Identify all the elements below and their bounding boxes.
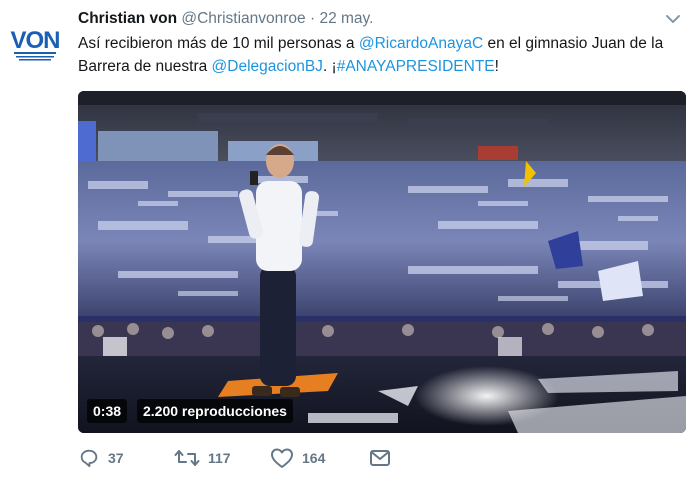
tweet-actions: 37 117 164 [78,446,498,470]
video-duration-badge: 0:38 [87,399,128,423]
chevron-down-icon[interactable] [664,12,682,26]
author-name[interactable]: Christian von [78,10,177,27]
tweet-header: Christian von @Christianvonroe · 22 may. [78,10,680,30]
video-views-badge: 2.200 reproducciones [137,399,293,423]
separator-dot: · [309,10,316,27]
von-logo-icon: VON [6,10,64,68]
mention-link[interactable]: @RicardoAnayaC [359,35,483,52]
avatar[interactable]: VON [6,10,64,68]
hashtag-link[interactable]: #ANAYAPRESIDENTE [337,58,495,75]
reply-count: 37 [108,450,124,466]
tweet-date[interactable]: 22 may. [319,10,373,27]
tweet-text-part: . ¡ [322,58,337,75]
tweet-text-part: ! [494,58,499,75]
tweet-text-part: Así recibieron más de 10 mil personas a [78,35,359,52]
author-handle[interactable]: @Christianvonroe [181,10,305,27]
retweet-count: 117 [208,450,231,466]
reply-icon [80,449,98,468]
direct-message-button[interactable] [368,446,392,470]
heart-icon [271,448,293,468]
like-button[interactable]: 164 [270,446,325,470]
mail-icon [370,450,390,466]
retweet-button[interactable]: 117 [174,446,231,470]
mention-link[interactable]: @DelegacionBJ [212,58,323,75]
reply-button[interactable]: 37 [78,446,124,470]
tweet-text: Así recibieron más de 10 mil personas a … [78,32,683,78]
like-count: 164 [302,450,326,466]
video-thumbnail [78,91,686,433]
svg-text:VON: VON [10,27,59,54]
video-player[interactable] [78,91,686,433]
retweet-icon [174,450,200,466]
